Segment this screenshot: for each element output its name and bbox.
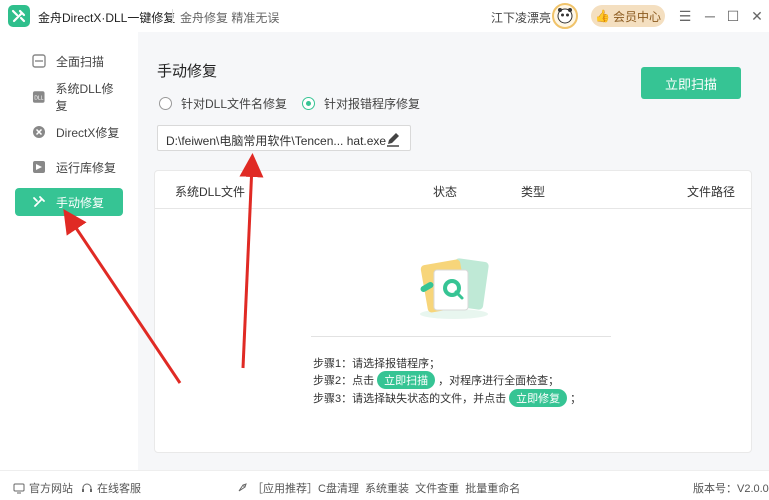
scan-icon bbox=[32, 54, 46, 68]
sidebar-item-label: DirectX修复 bbox=[56, 125, 120, 140]
app-recommendation-links[interactable]: ［应用推荐］C盘清理 系统重装 文件查重 批量重命名 bbox=[236, 480, 520, 496]
vip-center-label: 会员中心 bbox=[612, 9, 661, 24]
runtime-icon bbox=[33, 161, 45, 173]
sidebar-item-system-dll[interactable]: DLL 系统DLL修复 bbox=[15, 82, 123, 113]
sidebar-item-manual-repair[interactable]: 手动修复 bbox=[15, 188, 123, 216]
dll-icon: DLL bbox=[32, 91, 45, 103]
sidebar-item-label: 全面扫描 bbox=[56, 54, 105, 69]
steps-divider bbox=[311, 336, 611, 337]
title-divider bbox=[172, 9, 173, 23]
radio-error-program[interactable]: 针对报错程序修复 bbox=[302, 95, 420, 112]
step-2-prefix: 步骤2：点击 bbox=[313, 375, 375, 387]
online-support-link[interactable]: 在线客服 bbox=[81, 480, 141, 496]
program-path-field[interactable]: D:\feiwen\电脑常用软件\Tencen... hat.exe bbox=[157, 125, 411, 151]
sidebar-item-full-scan[interactable]: 全面扫描 bbox=[15, 47, 123, 75]
headset-icon bbox=[82, 483, 92, 492]
app-title: 金舟DirectX·DLL一键修复 bbox=[38, 11, 176, 25]
official-website-label: 官方网站 bbox=[29, 483, 73, 495]
column-header-dll-file: 系统DLL文件 bbox=[175, 185, 246, 199]
avatar[interactable] bbox=[552, 3, 578, 29]
sidebar-item-label: 手动修复 bbox=[56, 195, 105, 210]
radio-dll-filename[interactable]: 针对DLL文件名修复 bbox=[159, 95, 287, 112]
footer-bar: 官方网站 在线客服 ［应用推荐］C盘清理 系统重装 文件查重 批量重命名 版本号… bbox=[0, 470, 769, 500]
wrench-icon bbox=[33, 196, 45, 207]
radio-button-on[interactable] bbox=[302, 97, 315, 110]
empty-state-icon bbox=[420, 258, 489, 319]
step-1-label: 步骤1：请选择报错程序； bbox=[313, 358, 441, 370]
column-header-file-path: 文件路径 bbox=[687, 185, 736, 199]
title-bar: 金舟DirectX·DLL一键修复 金舟修复 精准无误 江下凌漂亮 👍 会员中心… bbox=[0, 0, 769, 32]
svg-text:DLL: DLL bbox=[34, 95, 43, 101]
step-2-text: 步骤2：点击 立即扫描 ，对程序进行全面检查； bbox=[313, 371, 560, 389]
radio-button-off[interactable] bbox=[159, 97, 172, 110]
vip-center-button[interactable]: 👍 会员中心 bbox=[591, 5, 665, 27]
step-1-text: 步骤1：请选择报错程序； bbox=[313, 355, 440, 371]
sidebar-item-label: 运行库修复 bbox=[56, 160, 117, 175]
minimize-icon[interactable]: ─ bbox=[703, 7, 717, 25]
program-path-value: D:\feiwen\电脑常用软件\Tencen... hat.exe bbox=[166, 134, 387, 148]
table-header: 系统DLL文件 状态 类型 文件路径 bbox=[155, 171, 751, 209]
username[interactable]: 江下凌漂亮 bbox=[491, 9, 551, 26]
radio-label: 针对DLL文件名修复 bbox=[181, 97, 288, 111]
step-repair-now-button[interactable]: 立即修复 bbox=[509, 389, 568, 407]
edit-pen-icon[interactable] bbox=[385, 131, 401, 147]
step-3-text: 步骤3：请选择缺失状态的文件，并点击 立即修复 ； bbox=[313, 389, 582, 407]
online-support-label: 在线客服 bbox=[97, 483, 141, 495]
maximize-icon[interactable]: ☐ bbox=[726, 7, 740, 25]
close-icon[interactable]: ✕ bbox=[750, 7, 764, 25]
scan-now-button[interactable]: 立即扫描 bbox=[641, 67, 741, 99]
radio-label: 针对报错程序修复 bbox=[324, 97, 421, 111]
official-website-link[interactable]: 官方网站 bbox=[13, 480, 73, 496]
app-recommendation-label: ［应用推荐］C盘清理 系统重装 文件查重 批量重命名 bbox=[252, 483, 521, 495]
vip-thumb-icon: 👍 bbox=[595, 9, 610, 23]
version-number: 版本号：V2.0.0 bbox=[693, 483, 769, 495]
app-logo-icon bbox=[8, 5, 30, 27]
app-slogan: 金舟修复 精准无误 bbox=[180, 11, 280, 25]
monitor-icon bbox=[13, 483, 25, 494]
column-header-type: 类型 bbox=[521, 185, 546, 199]
step-3-prefix: 步骤3：请选择缺失状态的文件，并点击 bbox=[313, 393, 507, 405]
step-scan-now-button[interactable]: 立即扫描 bbox=[377, 371, 436, 389]
step-3-suffix: ； bbox=[570, 393, 582, 405]
sidebar-item-label: 系统DLL修复 bbox=[55, 82, 114, 113]
sidebar: 全面扫描 DLL 系统DLL修复 DirectX修复 运行库修复 手动修复 bbox=[0, 32, 138, 470]
step-2-suffix: ，对程序进行全面检查； bbox=[438, 375, 560, 387]
directx-icon bbox=[33, 126, 45, 138]
column-header-status: 状态 bbox=[433, 185, 458, 199]
sidebar-item-runtime[interactable]: 运行库修复 bbox=[15, 153, 123, 181]
menu-icon[interactable]: ☰ bbox=[678, 7, 692, 25]
sidebar-item-directx[interactable]: DirectX修复 bbox=[15, 118, 123, 146]
rocket-icon bbox=[238, 483, 247, 492]
page-title: 手动修复 bbox=[157, 63, 218, 80]
